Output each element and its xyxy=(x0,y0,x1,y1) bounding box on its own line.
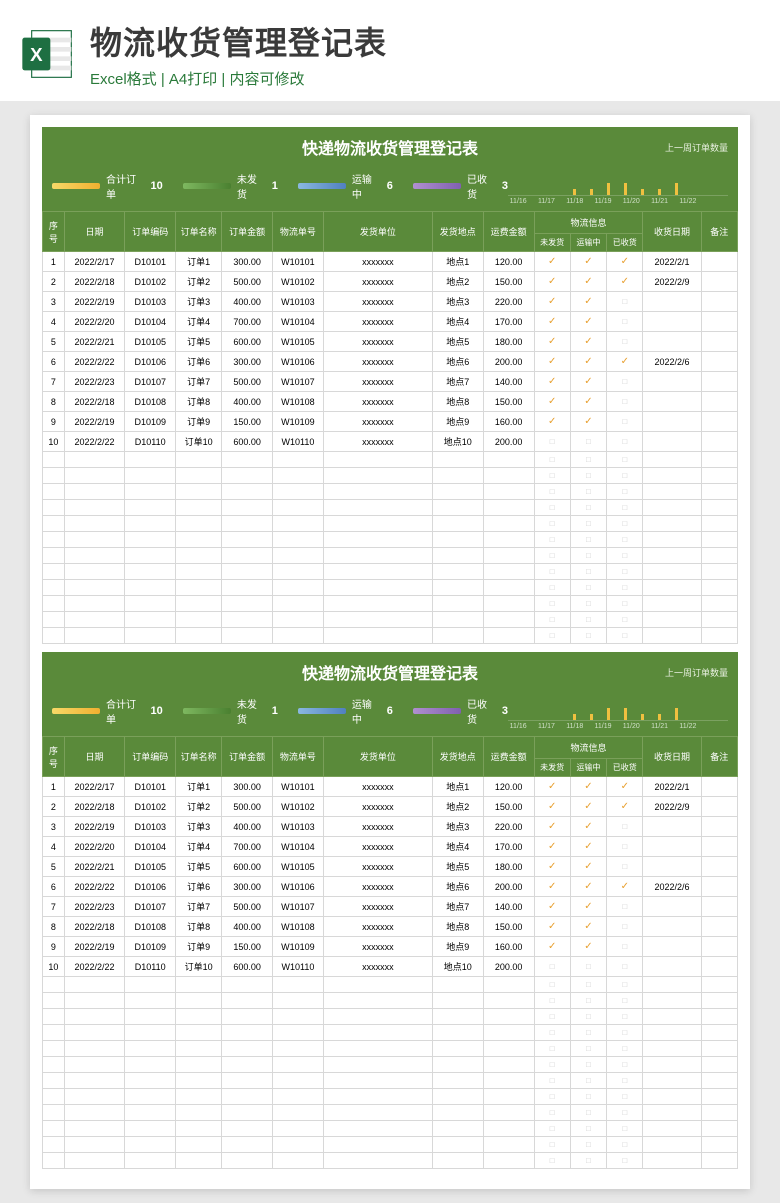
sheet-title: 快递物流收货管理登记表 xyxy=(172,660,608,684)
table-row: 42022/2/20D10104订单4 700.00W10104xxxxxxx地… xyxy=(43,837,738,857)
data-table: 序号 日期 订单编码 订单名称 订单金额 物流单号 发货单位 发货地点 运费金额… xyxy=(42,736,738,1169)
table-row-empty: □□□ xyxy=(43,532,738,548)
table-row: 12022/2/17D10101订单1 300.00W10101xxxxxxx地… xyxy=(43,777,738,797)
banner: X 物流收货管理登记表 Excel格式 | A4打印 | 内容可修改 xyxy=(0,0,780,101)
table-row-empty: □□□ xyxy=(43,452,738,468)
table-row: 62022/2/22D10106订单6 300.00W10106xxxxxxx地… xyxy=(43,352,738,372)
table-row-empty: □□□ xyxy=(43,580,738,596)
table-row-empty: □□□ xyxy=(43,1009,738,1025)
summary-unshipped: 未发货1 xyxy=(183,171,278,201)
table-row: 82022/2/18D10108订单8 400.00W10108xxxxxxx地… xyxy=(43,917,738,937)
chart-title: 上一周订单数量 xyxy=(608,141,728,154)
table-row: 52022/2/21D10105订单5 600.00W10105xxxxxxx地… xyxy=(43,857,738,877)
chart-title: 上一周订单数量 xyxy=(608,666,728,679)
spreadsheet-sheet: 快递物流收货管理登记表 上一周订单数量 合计订单10 未发货1 运输中6 已收货… xyxy=(42,652,738,1169)
summary-received: 已收货3 xyxy=(413,171,508,201)
document-page: 快递物流收货管理登记表 上一周订单数量 合计订单10 未发货1 运输中6 已收货… xyxy=(30,115,750,1189)
table-row-empty: □□□ xyxy=(43,1153,738,1169)
table-row: 72022/2/23D10107订单7 500.00W10107xxxxxxx地… xyxy=(43,372,738,392)
table-row-empty: □□□ xyxy=(43,1121,738,1137)
summary-transit: 运输中6 xyxy=(298,171,393,201)
table-row: 92022/2/19D10109订单9 150.00W10109xxxxxxx地… xyxy=(43,412,738,432)
table-row: 42022/2/20D10104订单4 700.00W10104xxxxxxx地… xyxy=(43,312,738,332)
table-row-empty: □□□ xyxy=(43,977,738,993)
table-row-empty: □□□ xyxy=(43,1041,738,1057)
table-row: 102022/2/22D10110订单10 600.00W10110xxxxxx… xyxy=(43,432,738,452)
table-row-empty: □□□ xyxy=(43,1073,738,1089)
table-row-empty: □□□ xyxy=(43,484,738,500)
table-row: 52022/2/21D10105订单5 600.00W10105xxxxxxx地… xyxy=(43,332,738,352)
table-row-empty: □□□ xyxy=(43,1137,738,1153)
table-row-empty: □□□ xyxy=(43,1089,738,1105)
table-row-empty: □□□ xyxy=(43,1105,738,1121)
mini-chart: 11/1611/1711/1811/1911/2011/2111/22 xyxy=(508,172,728,205)
svg-text:X: X xyxy=(30,44,43,65)
excel-icon: X xyxy=(20,26,76,82)
table-row-empty: □□□ xyxy=(43,612,738,628)
table-row: 32022/2/19D10103订单3 400.00W10103xxxxxxx地… xyxy=(43,817,738,837)
table-row-empty: □□□ xyxy=(43,468,738,484)
table-row-empty: □□□ xyxy=(43,596,738,612)
table-row: 72022/2/23D10107订单7 500.00W10107xxxxxxx地… xyxy=(43,897,738,917)
summary-total: 合计订单10 xyxy=(52,696,163,726)
table-row: 22022/2/18D10102订单2 500.00W10102xxxxxxx地… xyxy=(43,797,738,817)
table-row-empty: □□□ xyxy=(43,516,738,532)
spreadsheet-sheet: 快递物流收货管理登记表 上一周订单数量 合计订单10 未发货1 运输中6 已收货… xyxy=(42,127,738,644)
table-row: 102022/2/22D10110订单10 600.00W10110xxxxxx… xyxy=(43,957,738,977)
table-row-empty: □□□ xyxy=(43,564,738,580)
sheet-title: 快递物流收货管理登记表 xyxy=(172,135,608,159)
table-row: 12022/2/17D10101订单1 300.00W10101xxxxxxx地… xyxy=(43,252,738,272)
table-row: 22022/2/18D10102订单2 500.00W10102xxxxxxx地… xyxy=(43,272,738,292)
table-row: 82022/2/18D10108订单8 400.00W10108xxxxxxx地… xyxy=(43,392,738,412)
data-table: 序号 日期 订单编码 订单名称 订单金额 物流单号 发货单位 发货地点 运费金额… xyxy=(42,211,738,644)
summary-total: 合计订单10 xyxy=(52,171,163,201)
table-row-empty: □□□ xyxy=(43,1025,738,1041)
mini-chart: 11/1611/1711/1811/1911/2011/2111/22 xyxy=(508,697,728,730)
table-row: 92022/2/19D10109订单9 150.00W10109xxxxxxx地… xyxy=(43,937,738,957)
page-title: 物流收货管理登记表 xyxy=(90,18,760,64)
table-row-empty: □□□ xyxy=(43,993,738,1009)
summary-transit: 运输中6 xyxy=(298,696,393,726)
table-row-empty: □□□ xyxy=(43,548,738,564)
table-row: 32022/2/19D10103订单3 400.00W10103xxxxxxx地… xyxy=(43,292,738,312)
page-subtitle: Excel格式 | A4打印 | 内容可修改 xyxy=(90,68,760,89)
table-row: 62022/2/22D10106订单6 300.00W10106xxxxxxx地… xyxy=(43,877,738,897)
table-row-empty: □□□ xyxy=(43,628,738,644)
table-row-empty: □□□ xyxy=(43,1057,738,1073)
summary-unshipped: 未发货1 xyxy=(183,696,278,726)
table-row-empty: □□□ xyxy=(43,500,738,516)
summary-received: 已收货3 xyxy=(413,696,508,726)
